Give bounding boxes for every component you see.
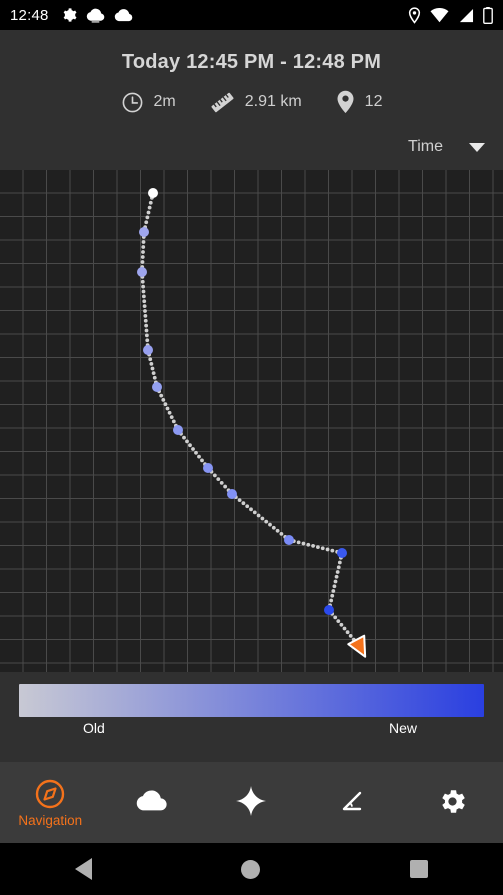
cloud-icon <box>114 9 132 22</box>
cloud-icon <box>136 790 167 811</box>
gear-icon <box>442 789 465 813</box>
chevron-down-icon[interactable] <box>469 142 485 152</box>
status-bar-notification-icons <box>61 7 133 23</box>
app-screen: 12:48 Today 12:45 PM - 12:48 PM 2m 2.91 … <box>0 0 503 895</box>
stat-waypoints: 12 <box>336 90 383 114</box>
stat-waypoints-value: 12 <box>364 93 383 110</box>
nav-item-angle[interactable] <box>302 762 403 843</box>
status-bar-clock: 12:48 <box>10 6 49 24</box>
cloud-filled-icon <box>86 8 104 23</box>
color-mode-dropdown[interactable]: Time <box>408 138 485 156</box>
nav-item-navigation[interactable]: Navigation <box>0 762 101 843</box>
stat-distance-value: 2.91 km <box>244 93 302 110</box>
cell-signal-icon <box>459 8 474 22</box>
legend-old-label: Old <box>83 720 105 736</box>
track-map-canvas[interactable]: 100 m grid <box>0 170 503 672</box>
back-triangle-icon[interactable] <box>74 858 92 880</box>
compass-icon <box>36 779 65 808</box>
battery-icon <box>483 6 493 24</box>
android-system-navigation-bar <box>0 843 503 895</box>
sparkle-icon <box>236 786 267 816</box>
wifi-icon <box>430 7 449 22</box>
legend-label-row: Old New <box>19 720 484 742</box>
track-stats-row: 2m 2.91 km 12 <box>0 90 503 114</box>
page-title: Today 12:45 PM - 12:48 PM <box>121 51 382 73</box>
legend-new-label: New <box>389 720 418 736</box>
status-bar-system-icons <box>408 6 493 24</box>
track-overlay <box>137 188 367 658</box>
angle-icon <box>342 791 362 811</box>
location-pin-icon <box>408 6 421 24</box>
stat-duration: 2m <box>121 91 176 114</box>
ruler-icon <box>211 92 234 112</box>
legend-gradient-bar <box>19 684 484 717</box>
stat-distance: 2.91 km <box>210 91 302 114</box>
nav-item-settings[interactable] <box>402 762 503 843</box>
status-bar: 12:48 <box>0 0 503 30</box>
nav-item-weather[interactable] <box>101 762 202 843</box>
stat-duration-value: 2m <box>153 93 176 110</box>
track-waypoint-markers <box>137 188 347 615</box>
color-mode-dropdown-label: Time <box>408 138 443 155</box>
bottom-navigation-bar: Navigation <box>0 762 503 843</box>
gear-icon <box>63 8 77 22</box>
track-summary-header: Today 12:45 PM - 12:48 PM 2m 2.91 km 12 … <box>0 30 503 170</box>
home-circle-icon[interactable] <box>241 859 261 879</box>
nav-item-sky[interactable] <box>201 762 302 843</box>
nav-item-navigation-label: Navigation <box>18 812 83 828</box>
map-pin-icon <box>337 90 354 114</box>
recents-square-icon[interactable] <box>410 860 429 878</box>
clock-icon <box>122 92 142 112</box>
age-color-legend: Old New <box>0 672 503 762</box>
track-dotted-path <box>140 191 362 649</box>
